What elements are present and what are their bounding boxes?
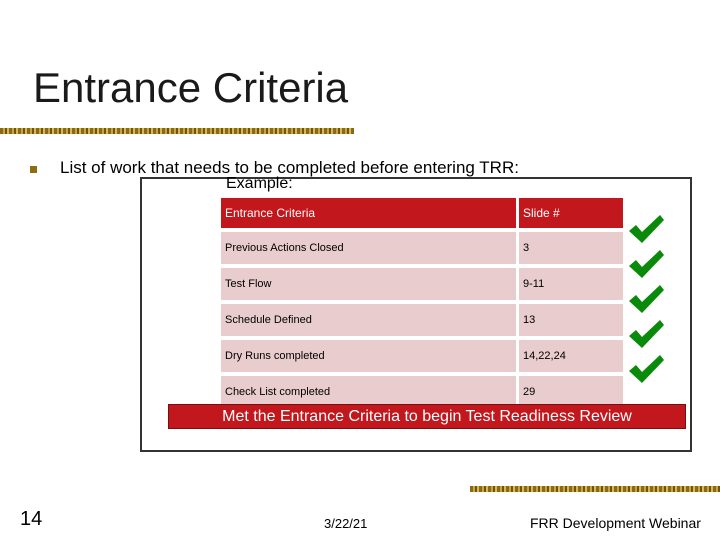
slide-title: Entrance Criteria bbox=[33, 64, 349, 111]
slide-number-cell: 9-11 bbox=[516, 268, 623, 301]
title-divider bbox=[0, 128, 354, 134]
checkmark-icon bbox=[629, 215, 664, 243]
checkmark-icon bbox=[629, 285, 664, 313]
header-slide-number: Slide # bbox=[516, 198, 623, 229]
table-row: Test Flow 9-11 bbox=[221, 268, 623, 301]
criteria-cell: Previous Actions Closed bbox=[221, 232, 516, 265]
header-criteria: Entrance Criteria bbox=[221, 198, 516, 229]
checkmark-icon bbox=[629, 250, 664, 278]
table-row: Dry Runs completed 14,22,24 bbox=[221, 340, 623, 373]
footer-date: 3/22/21 bbox=[324, 516, 368, 531]
table-row: Previous Actions Closed 3 bbox=[221, 232, 623, 265]
checkmark-column bbox=[626, 212, 670, 387]
footer-title: FRR Development Webinar bbox=[530, 515, 701, 531]
checkmark-icon bbox=[629, 320, 664, 348]
page-number: 14 bbox=[20, 508, 43, 530]
criteria-cell: Test Flow bbox=[221, 268, 516, 301]
slide-number-cell: 14,22,24 bbox=[516, 340, 623, 373]
slide-number-cell: 13 bbox=[516, 304, 623, 337]
criteria-table: Entrance Criteria Slide # Previous Actio… bbox=[221, 195, 623, 412]
example-label: Example: bbox=[226, 175, 293, 192]
checkmark-icon bbox=[629, 355, 664, 383]
table-row: Schedule Defined 13 bbox=[221, 304, 623, 337]
slide-number-cell: 3 bbox=[516, 232, 623, 265]
criteria-cell: Dry Runs completed bbox=[221, 340, 516, 373]
table-header-row: Entrance Criteria Slide # bbox=[221, 198, 623, 229]
completion-banner: Met the Entrance Criteria to begin Test … bbox=[168, 404, 686, 429]
criteria-cell: Schedule Defined bbox=[221, 304, 516, 337]
square-bullet-icon bbox=[30, 166, 37, 173]
footer-divider bbox=[470, 486, 720, 492]
